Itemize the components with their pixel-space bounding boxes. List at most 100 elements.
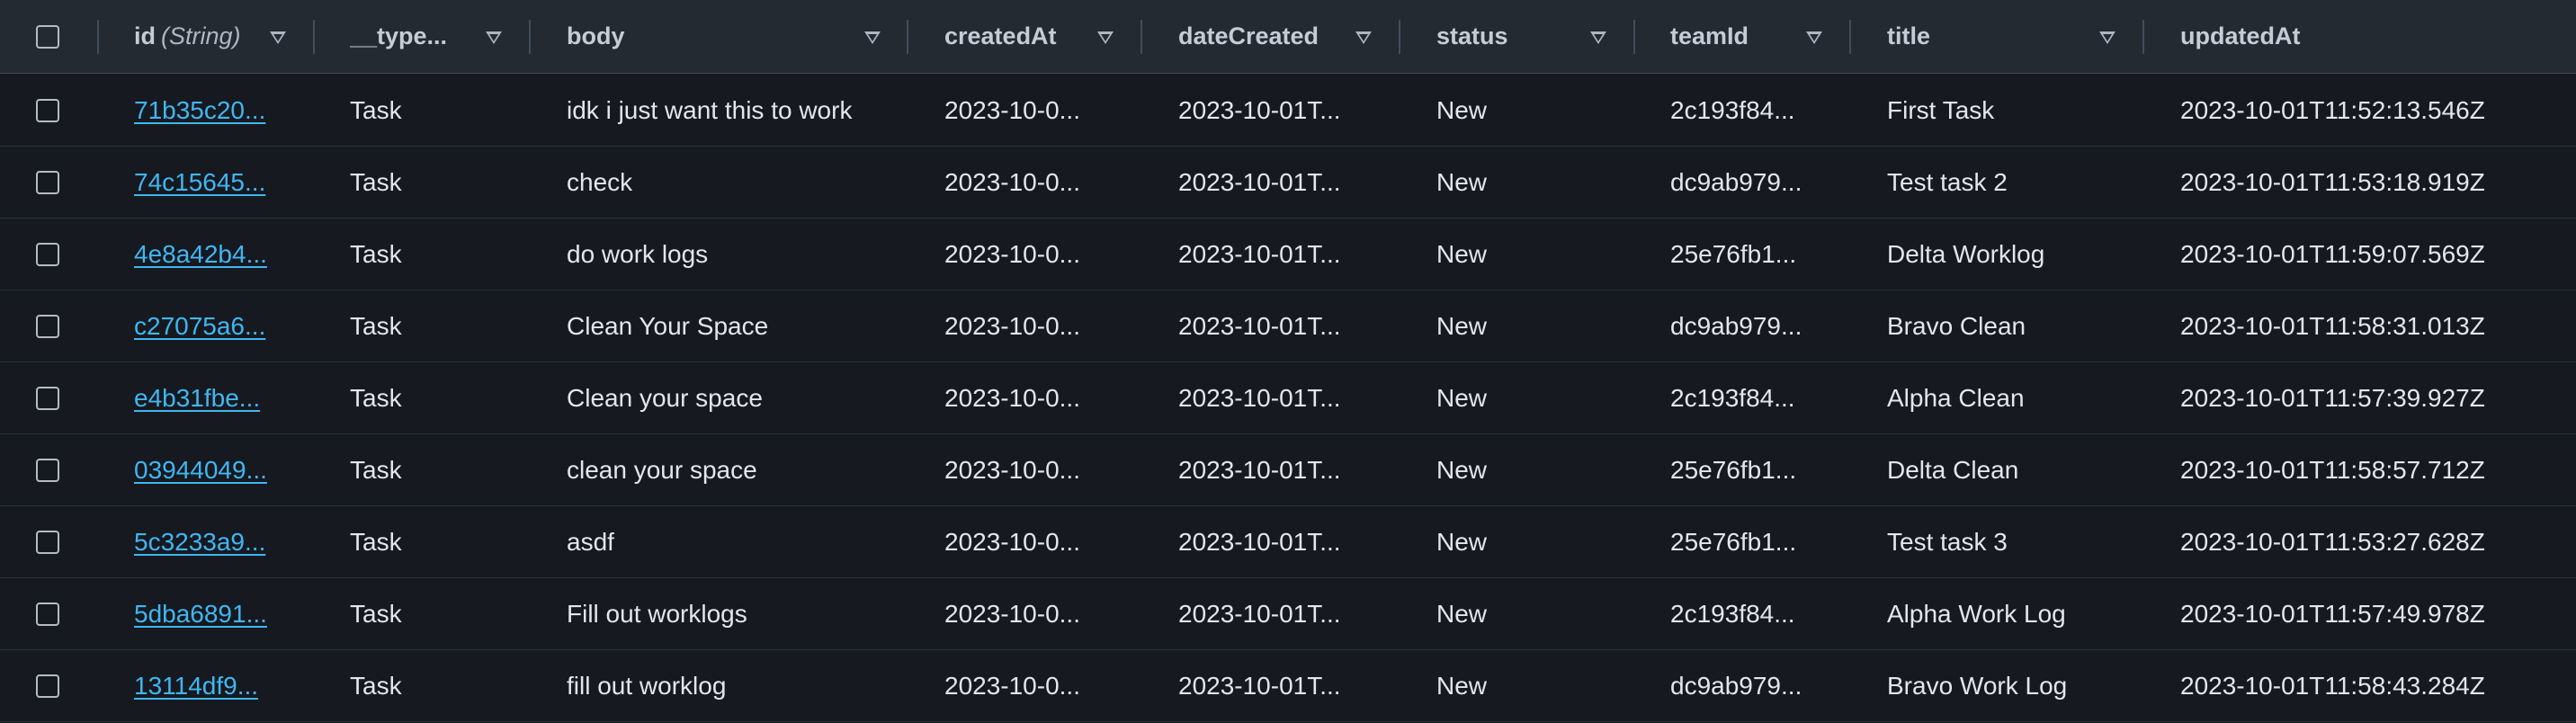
- cell-value: New: [1436, 527, 1488, 556]
- cell-value: New: [1436, 671, 1488, 700]
- table-row[interactable]: 03944049... Task clean your space 2023-10-0…: [0, 434, 2576, 506]
- sort-caret-down-icon[interactable]: [270, 31, 286, 44]
- column-divider: [2142, 20, 2144, 54]
- row-select-checkbox[interactable]: [36, 170, 59, 194]
- cell-value: New: [1436, 455, 1488, 484]
- column-header-updatedAt[interactable]: updatedAt: [2180, 0, 2540, 73]
- column-divider: [529, 20, 531, 54]
- cell-value: Fill out worklogs: [567, 599, 747, 628]
- column-header-title[interactable]: title: [1887, 0, 2067, 73]
- record-id-link[interactable]: 71b35c20...: [134, 96, 265, 125]
- table-row[interactable]: c27075a6... Task Clean Your Space 2023-10-0…: [0, 290, 2576, 362]
- column-header-label: id: [134, 22, 156, 49]
- cell-value: 2023-10-01T11:58:43.284Z: [2180, 671, 2485, 700]
- record-id-link[interactable]: 5c3233a9...: [134, 528, 265, 557]
- cell-teamId: dc9ab979...: [1670, 147, 1859, 218]
- table-row[interactable]: 74c15645... Task check 2023-10-0... 2023-10-…: [0, 147, 2576, 219]
- cell-createdAt: 2023-10-0...: [944, 650, 1133, 721]
- column-header-label: body: [567, 22, 625, 49]
- cell-title: First Task: [1887, 75, 2157, 146]
- sort-caret-down-icon[interactable]: [1806, 31, 1822, 44]
- row-select-checkbox[interactable]: [36, 602, 59, 626]
- cell-value: 2023-10-01T11:58:57.712Z: [2180, 455, 2485, 484]
- row-select-checkbox[interactable]: [36, 458, 59, 482]
- cell-value: do work logs: [567, 239, 709, 268]
- sort-caret-down-icon[interactable]: [1590, 31, 1606, 44]
- cell-teamId: dc9ab979...: [1670, 290, 1859, 362]
- column-header-createdAt[interactable]: createdAt: [944, 0, 1088, 73]
- table-row[interactable]: 5c3233a9... Task asdf 2023-10-0... 2023-10-0…: [0, 506, 2576, 578]
- cell-value: 2023-10-01T...: [1178, 239, 1341, 268]
- table-row[interactable]: 4e8a42b4... Task do work logs 2023-10-0... 2…: [0, 219, 2576, 290]
- cell-id[interactable]: 71b35c20...: [134, 75, 305, 146]
- row-select-cell: [36, 75, 67, 146]
- record-id-link[interactable]: 03944049...: [134, 456, 267, 485]
- cell-id[interactable]: 74c15645...: [134, 147, 305, 218]
- cell-body: fill out worklog: [567, 650, 890, 721]
- cell-teamId: dc9ab979...: [1670, 650, 1859, 721]
- column-header-teamId[interactable]: teamId: [1670, 0, 1805, 73]
- cell-id[interactable]: 13114df9...: [134, 650, 305, 721]
- row-select-checkbox[interactable]: [36, 530, 59, 554]
- record-id-link[interactable]: 4e8a42b4...: [134, 240, 267, 269]
- row-select-checkbox[interactable]: [36, 674, 59, 698]
- record-id-link[interactable]: 74c15645...: [134, 168, 265, 197]
- sort-caret-down-icon[interactable]: [2099, 31, 2115, 44]
- cell-id[interactable]: 5dba6891...: [134, 578, 305, 649]
- column-header-label: createdAt: [944, 22, 1057, 49]
- row-select-cell: [36, 219, 67, 290]
- cell-value: 2023-10-01T...: [1178, 311, 1341, 340]
- column-divider: [1399, 20, 1400, 54]
- record-id-link[interactable]: 5dba6891...: [134, 600, 267, 629]
- sort-caret-down-icon[interactable]: [864, 31, 881, 44]
- select-all-checkbox[interactable]: [36, 24, 59, 49]
- row-select-cell: [36, 362, 67, 433]
- column-header-label: __type...: [350, 22, 448, 49]
- cell-id[interactable]: c27075a6...: [134, 290, 305, 362]
- cell-value: Task: [350, 311, 402, 340]
- cell-createdAt: 2023-10-0...: [944, 578, 1133, 649]
- cell-teamId: 25e76fb1...: [1670, 506, 1859, 577]
- row-select-checkbox[interactable]: [36, 386, 59, 410]
- column-header-status[interactable]: status: [1436, 0, 1580, 73]
- row-select-checkbox[interactable]: [36, 98, 59, 122]
- cell-value: 2023-10-0...: [944, 455, 1080, 484]
- cell-id[interactable]: 5c3233a9...: [134, 506, 305, 577]
- sort-caret-down-icon[interactable]: [1355, 31, 1372, 44]
- cell-value: Delta Worklog: [1887, 239, 2045, 268]
- row-select-checkbox[interactable]: [36, 314, 59, 338]
- cell-value: New: [1436, 95, 1488, 124]
- record-id-link[interactable]: e4b31fbe...: [134, 384, 260, 413]
- table-row[interactable]: 71b35c20... Task idk i just want this to w…: [0, 75, 2576, 147]
- cell-value: Alpha Clean: [1887, 383, 2025, 412]
- cell-value: Task: [350, 527, 402, 556]
- table-row[interactable]: 5dba6891... Task Fill out worklogs 2023-10-…: [0, 578, 2576, 650]
- cell-id[interactable]: e4b31fbe...: [134, 362, 305, 433]
- sort-caret-down-icon[interactable]: [486, 31, 502, 44]
- row-select-checkbox[interactable]: [36, 242, 59, 266]
- column-header-type[interactable]: __type...: [350, 0, 485, 73]
- cell-updatedAt: 2023-10-01T11:58:57.712Z: [2180, 434, 2558, 505]
- table-row[interactable]: 13114df9... Task fill out worklog 2023-10-0…: [0, 650, 2576, 722]
- column-header-id[interactable]: id (String): [134, 0, 287, 73]
- cell-id[interactable]: 4e8a42b4...: [134, 219, 305, 290]
- column-header-dateCreated[interactable]: dateCreated: [1178, 0, 1349, 73]
- cell-type: Task: [350, 75, 530, 146]
- cell-updatedAt: 2023-10-01T11:57:39.927Z: [2180, 362, 2558, 433]
- cell-id[interactable]: 03944049...: [134, 434, 305, 505]
- record-id-link[interactable]: c27075a6...: [134, 312, 265, 341]
- table-row[interactable]: e4b31fbe... Task Clean your space 2023-10-0…: [0, 362, 2576, 434]
- cell-value: Clean Your Space: [567, 311, 769, 340]
- record-id-link[interactable]: 13114df9...: [134, 672, 258, 701]
- column-header-body[interactable]: body: [567, 0, 836, 73]
- cell-value: check: [567, 167, 633, 196]
- cell-type: Task: [350, 434, 530, 505]
- sort-caret-down-icon[interactable]: [1097, 31, 1114, 44]
- cell-title: Alpha Clean: [1887, 362, 2157, 433]
- cell-dateCreated: 2023-10-01T...: [1178, 147, 1385, 218]
- cell-type: Task: [350, 219, 530, 290]
- row-select-cell: [36, 434, 67, 505]
- cell-status: New: [1436, 219, 1625, 290]
- cell-value: 2023-10-0...: [944, 599, 1080, 628]
- cell-body: idk i just want this to work: [567, 75, 890, 146]
